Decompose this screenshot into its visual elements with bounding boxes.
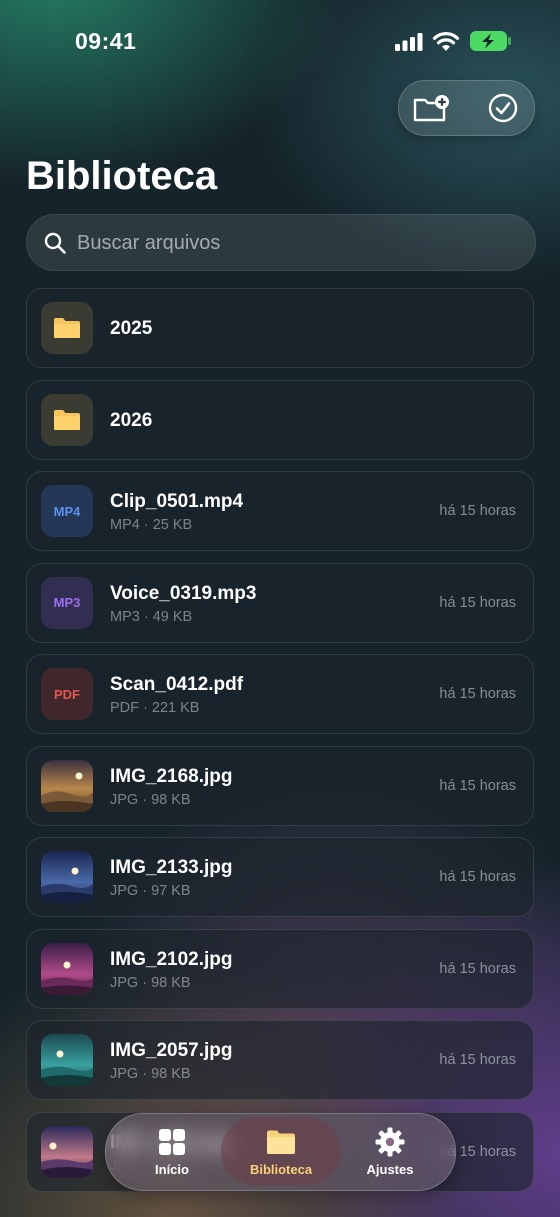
image-thumbnail [41,942,93,995]
file-meta: MP3 · 49 KB [110,608,193,625]
tab-bar: Início Biblioteca Ajustes [105,1113,456,1191]
select-button[interactable] [485,91,521,125]
file-row[interactable]: IMG_2102.jpg JPG · 98 KB há 15 horas [26,928,534,1009]
folder-icon [41,302,93,354]
file-time: há 15 horas [439,594,516,611]
status-bar: 09:41 [0,0,560,80]
file-time: há 15 horas [439,686,516,702]
file-time: há 15 horas [439,960,516,977]
file-meta: PDF · 221 KB [110,700,200,716]
file-meta: JPG · 98 KB [110,791,191,808]
tab-label: Biblioteca [249,1162,313,1177]
pdf-file-icon: PDF [41,668,93,720]
tab-inicio[interactable]: Início [117,1114,227,1190]
tab-biblioteca[interactable]: Biblioteca [221,1117,341,1185]
grid-icon [159,1129,185,1155]
file-time: há 15 horas [439,503,516,519]
file-row[interactable]: IMG_2057.jpg JPG · 98 KB há 15 horas [26,1020,534,1100]
file-meta: MP4 · 25 KB [110,517,193,533]
file-name: Voice_0319.mp3 [110,582,257,604]
status-time: 09:41 [75,28,137,54]
video-file-icon: MP4 [41,485,93,537]
file-row[interactable]: MP3 Voice_0319.mp3 MP3 · 49 KB há 15 hor… [26,562,534,643]
file-meta: JPG · 98 KB [110,974,191,991]
file-name: IMG_2102.jpg [110,948,233,970]
cellular-signal-icon [395,33,423,51]
file-name: IMG_2057.jpg [110,1040,233,1061]
folder-add-icon [413,95,449,122]
checkmark-circle-icon [488,93,518,123]
file-time: há 15 horas [439,777,516,794]
file-time: há 15 horas [439,869,516,885]
new-folder-button[interactable] [413,91,449,125]
audio-file-icon: MP3 [41,576,93,629]
file-name: 2026 [110,409,153,431]
file-name: IMG_2168.jpg [110,765,233,787]
tab-label: Ajustes [366,1162,414,1177]
image-thumbnail [41,1034,93,1086]
image-thumbnail [41,759,93,812]
gear-icon [375,1127,405,1157]
folder-row[interactable]: 2025 [26,288,534,368]
file-row[interactable]: PDF Scan_0412.pdf PDF · 221 KB há 15 hor… [26,654,534,734]
search-icon [44,232,66,254]
battery-charging-icon [470,31,511,51]
tab-ajustes[interactable]: Ajustes [335,1114,445,1190]
file-time: há 15 horas [439,1052,516,1068]
file-row[interactable]: IMG_2133.jpg JPG · 97 KB há 15 horas [26,837,534,917]
image-thumbnail [41,1125,93,1178]
wifi-icon [432,32,460,51]
top-actions-group [398,80,535,136]
file-name: 2025 [110,318,153,339]
file-name: IMG_2133.jpg [110,857,233,878]
file-row[interactable]: IMG_2168.jpg JPG · 98 KB há 15 horas [26,745,534,826]
folder-row[interactable]: 2026 [26,379,534,460]
image-thumbnail [41,851,93,903]
file-meta: JPG · 98 KB [110,1066,191,1082]
file-meta: JPG · 97 KB [110,883,191,899]
folder-icon [41,393,93,446]
file-row[interactable]: MP4 Clip_0501.mp4 MP4 · 25 KB há 15 hora… [26,471,534,551]
page-title: Biblioteca [26,154,218,198]
file-name: Scan_0412.pdf [110,674,244,695]
folder-icon [267,1130,295,1154]
file-name: Clip_0501.mp4 [110,491,244,512]
search-bar[interactable]: Buscar arquivos [26,214,536,271]
search-input[interactable]: Buscar arquivos [77,232,220,255]
tab-label: Início [155,1162,189,1177]
